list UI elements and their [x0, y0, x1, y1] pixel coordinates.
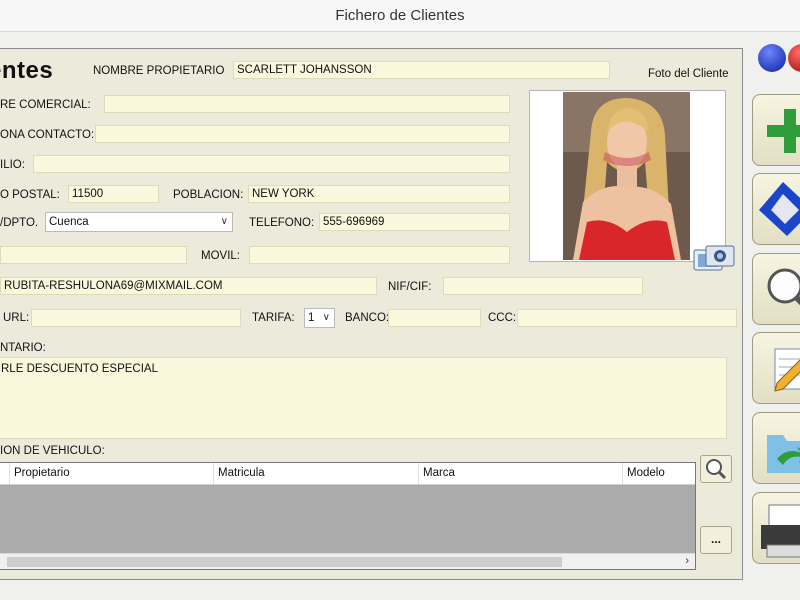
commercial-name-field[interactable] — [104, 95, 510, 113]
add-client-button[interactable] — [752, 94, 800, 166]
scrollbar-thumb[interactable] — [7, 557, 562, 567]
rate-select[interactable]: 1 ∨ — [304, 308, 335, 328]
column-header-brand[interactable]: Marca — [418, 463, 621, 484]
scroll-right-icon[interactable]: › — [685, 554, 689, 569]
title-bar: Fichero de Clientes — [0, 0, 800, 32]
phone-label: TELEFONO: — [249, 217, 315, 229]
minimize-icon[interactable] — [758, 44, 786, 72]
vehicle-label: ION DE VEHICULO: — [0, 445, 105, 457]
printer-icon — [761, 504, 800, 558]
edit-document-icon — [774, 348, 800, 392]
postal-code-field[interactable]: 11500 — [68, 185, 159, 203]
fax-field[interactable] — [0, 246, 187, 264]
search-client-button[interactable] — [752, 253, 800, 325]
save-client-button[interactable] — [752, 173, 800, 245]
photo-label: Foto del Cliente — [648, 68, 729, 80]
print-button[interactable] — [752, 492, 800, 564]
city-label: POBLACION: — [173, 189, 244, 201]
ccc-label: CCC: — [488, 312, 517, 324]
owner-field[interactable]: SCARLETT JOHANSSON — [233, 61, 610, 79]
contact-label: ONA CONTACTO: — [0, 129, 95, 141]
province-label: /DPTO. — [0, 217, 39, 229]
form-heading: entes — [0, 57, 54, 84]
rate-label: TARIFA: — [252, 312, 295, 324]
owner-label: NOMBRE PROPIETARIO — [93, 65, 225, 77]
window-title: Fichero de Clientes — [335, 7, 465, 24]
mobile-label: MOVIL: — [201, 250, 240, 262]
edit-client-button[interactable] — [752, 332, 800, 404]
column-header-owner[interactable]: Propietario — [9, 463, 211, 484]
chevron-down-icon: ∨ — [322, 312, 330, 323]
city-field[interactable]: NEW YORK — [248, 185, 510, 203]
plus-icon — [767, 109, 800, 153]
column-header-plate[interactable]: Matricula — [213, 463, 416, 484]
comment-textarea[interactable]: RLE DESCUENTO ESPECIAL — [0, 357, 727, 439]
province-value: Cuenca — [49, 216, 89, 228]
nif-field[interactable] — [443, 277, 643, 295]
folder-icon — [767, 435, 800, 473]
diskette-icon — [759, 182, 800, 236]
mobile-field[interactable] — [249, 246, 510, 264]
close-icon[interactable] — [788, 44, 800, 72]
address-field[interactable] — [33, 155, 510, 173]
address-label: ILIO: — [0, 159, 25, 171]
vehicle-table-header: Propietario Matricula Marca Modelo — [0, 463, 695, 485]
vehicle-table[interactable]: Propietario Matricula Marca Modelo › — [0, 462, 696, 570]
comment-label: NTARIO: — [0, 342, 46, 354]
bank-field[interactable] — [388, 309, 481, 327]
phone-field[interactable]: 555-696969 — [319, 213, 510, 231]
url-field[interactable] — [31, 309, 241, 327]
nif-label: NIF/CIF: — [388, 281, 432, 293]
commercial-name-label: RE COMERCIAL: — [0, 99, 91, 111]
search-icon — [706, 459, 727, 480]
search-vehicle-button[interactable] — [700, 455, 732, 483]
magnifier-icon — [767, 268, 800, 306]
ccc-field[interactable] — [517, 309, 737, 327]
url-label: URL: — [3, 312, 30, 324]
more-vehicles-button[interactable]: ... — [700, 526, 732, 554]
postal-code-label: O POSTAL: — [0, 189, 60, 201]
horizontal-scrollbar[interactable]: › — [0, 553, 695, 569]
rate-value: 1 — [308, 312, 315, 324]
contact-field[interactable] — [95, 125, 510, 143]
open-folder-button[interactable] — [752, 412, 800, 484]
bank-label: BANCO: — [345, 312, 390, 324]
client-photo — [563, 92, 690, 260]
province-select[interactable]: Cuenca ∨ — [45, 212, 233, 232]
chevron-down-icon: ∨ — [220, 216, 228, 227]
column-header-model[interactable]: Modelo — [622, 463, 695, 484]
email-field[interactable]: RUBITA-RESHULONA69@MIXMAIL.COM — [0, 277, 377, 295]
camera-icon[interactable] — [692, 242, 736, 274]
